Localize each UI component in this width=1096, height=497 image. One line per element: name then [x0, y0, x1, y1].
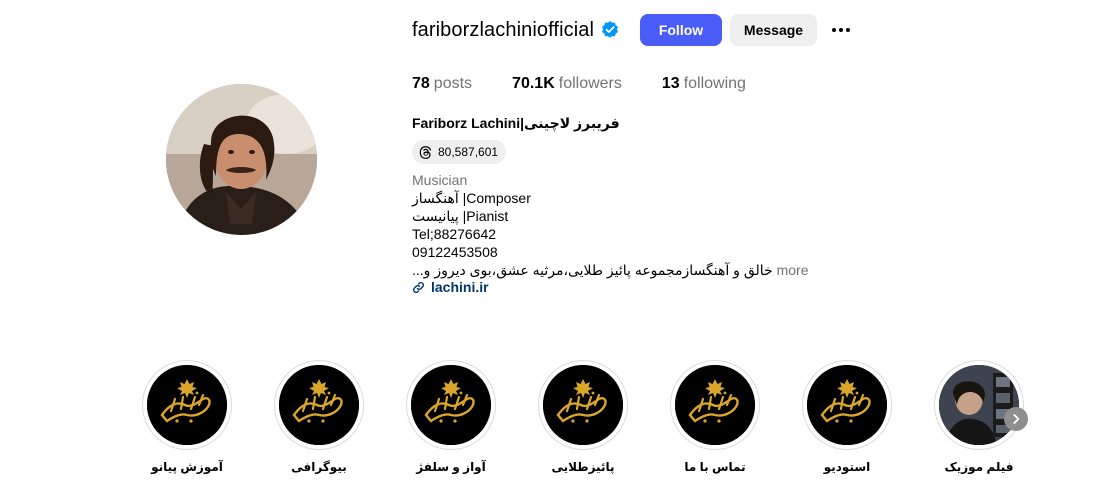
- highlight-cover: [406, 360, 496, 450]
- bio-line-truncated: خالق و آهنگسازمجموعه پائیز طلایی،مرثیه ع…: [412, 261, 808, 279]
- story-highlight[interactable]: استودیو: [802, 360, 892, 474]
- threads-count: 80,587,601: [438, 145, 499, 159]
- story-highlight[interactable]: آواز و سلفژ: [406, 360, 496, 474]
- highlight-cover: [670, 360, 760, 450]
- bio-line: پیانیست |Pianist: [412, 208, 509, 224]
- username-row: fariborzlachiniofficial: [412, 14, 620, 46]
- bio-category: Musician: [412, 172, 468, 188]
- followers-stat[interactable]: 70.1K followers: [512, 75, 622, 93]
- highlight-logo-image: [807, 365, 887, 445]
- bio-line: Tel;88276642: [412, 226, 497, 242]
- highlight-logo-image: [147, 365, 227, 445]
- profile-photo: [166, 84, 317, 235]
- story-highlight[interactable]: آموزش پیانو: [142, 360, 232, 474]
- highlight-cover: [274, 360, 364, 450]
- profile-stats: 78 posts 70.1K followers 13 following: [412, 75, 786, 93]
- highlight-label: بیوگرافی: [291, 460, 347, 474]
- posts-count: 78: [412, 75, 430, 92]
- message-button[interactable]: Message: [730, 14, 817, 46]
- more-options-icon[interactable]: [827, 18, 855, 42]
- bio-line: 09122453508: [412, 244, 498, 260]
- highlight-logo-image: [543, 365, 623, 445]
- highlight-cover: [802, 360, 892, 450]
- highlight-label: فیلم موزیک: [944, 460, 1014, 474]
- profile-link[interactable]: lachini.ir: [412, 279, 489, 295]
- follow-button[interactable]: Follow: [640, 14, 722, 46]
- highlight-logo-image: [411, 365, 491, 445]
- highlight-label: آموزش پیانو: [151, 460, 223, 474]
- profile-bio: Musician آهنگساز |Composer پیانیست |Pian…: [412, 171, 808, 279]
- username: fariborzlachiniofficial: [412, 18, 595, 41]
- bio-more-link[interactable]: more: [777, 262, 809, 278]
- highlight-photo-image: [939, 365, 1019, 445]
- posts-stat: 78 posts: [412, 75, 472, 93]
- highlight-cover: [142, 360, 232, 450]
- bio-line-text: خالق و آهنگسازمجموعه پائیز طلایی،مرثیه ع…: [412, 262, 773, 278]
- highlight-logo-image: [279, 365, 359, 445]
- highlight-label: استودیو: [823, 460, 871, 474]
- highlight-label: پائیزطلایی: [551, 460, 615, 474]
- full-name: Fariborz Lachini|فریبرز لاچینی: [412, 115, 620, 131]
- profile-link-text: lachini.ir: [431, 279, 489, 295]
- threads-badge[interactable]: 80,587,601: [412, 140, 507, 164]
- following-count: 13: [661, 75, 680, 92]
- bio-line: آهنگساز |Composer: [412, 190, 531, 206]
- threads-icon: [419, 145, 432, 159]
- chevron-right-icon[interactable]: [1004, 407, 1028, 431]
- following-stat[interactable]: 13 following: [662, 75, 746, 93]
- posts-label: posts: [433, 75, 473, 92]
- highlight-cover: [538, 360, 628, 450]
- story-highlight[interactable]: پائیزطلایی: [538, 360, 628, 474]
- followers-count: 70.1K: [512, 75, 555, 92]
- story-highlight[interactable]: بیوگرافی: [274, 360, 364, 474]
- verified-badge-icon: [600, 20, 620, 40]
- link-icon: [413, 281, 424, 293]
- highlight-cover: [934, 360, 1024, 450]
- following-label: following: [683, 75, 746, 92]
- highlight-logo-image: [675, 365, 755, 445]
- highlight-label: تماس با ما: [684, 460, 746, 474]
- followers-label: followers: [558, 75, 622, 92]
- highlight-label: آواز و سلفژ: [416, 460, 486, 474]
- story-highlight[interactable]: تماس با ما: [670, 360, 760, 474]
- profile-avatar[interactable]: [166, 84, 317, 235]
